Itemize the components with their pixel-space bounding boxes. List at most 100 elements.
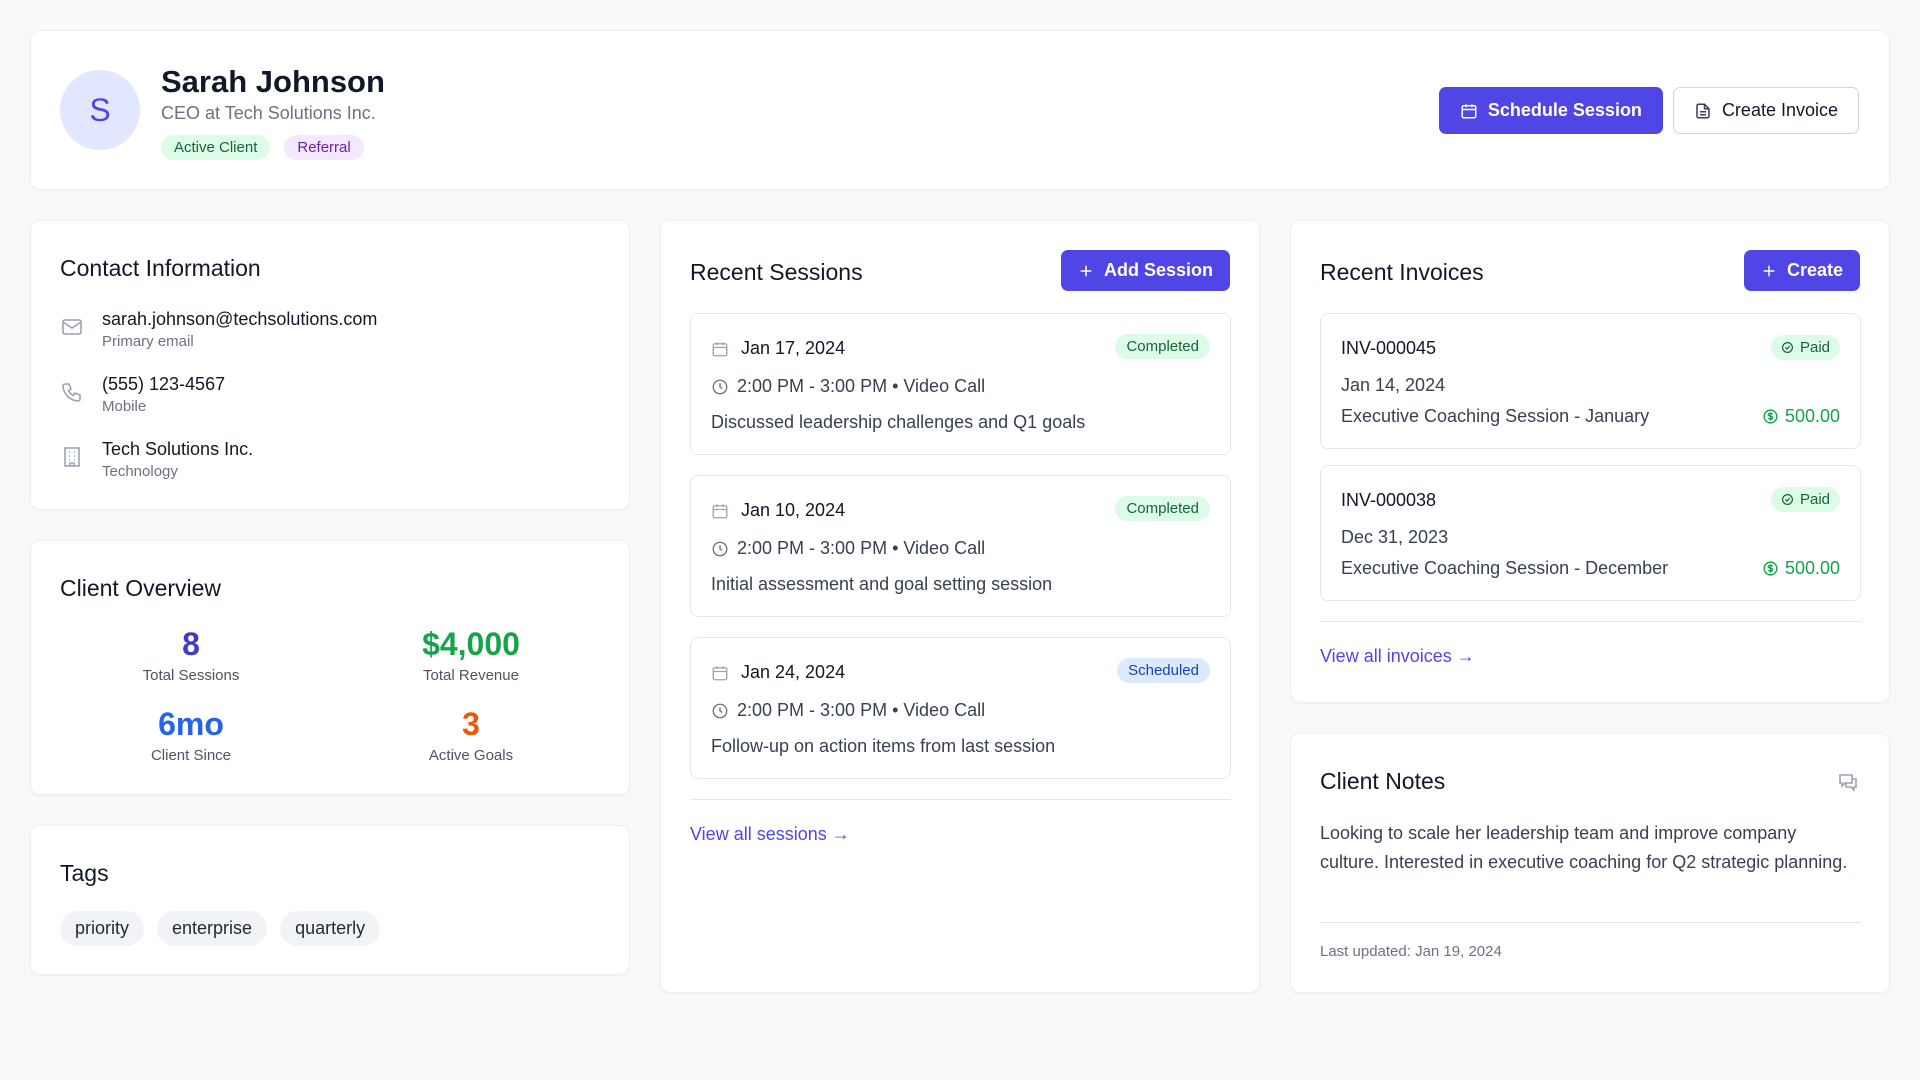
contact-card: Contact Information sarah.johnson@techso… [30,220,630,510]
view-all-invoices-link[interactable]: View all invoices → [1320,646,1475,667]
invoice-number: INV-000045 [1341,338,1437,358]
contact-title: Contact Information [60,255,261,281]
calendar-icon [712,665,728,680]
stat-value: 6mo [158,706,224,742]
contact-phone-row: (555) 123-4567 Mobile [60,374,225,415]
invoice-date: Jan 14, 2024 [1341,375,1446,395]
invoice-item[interactable]: INV-000038 Paid Dec 31, 2023 Executive C… [1320,465,1861,601]
invoice-amount: 500.00 [1762,406,1840,427]
contact-email[interactable]: sarah.johnson@techsolutions.com [102,309,377,330]
invoice-amount-value: 500.00 [1784,558,1840,578]
contact-email-label: Primary email [102,333,194,350]
avatar: S [60,70,140,150]
create-label: Create [1786,260,1843,280]
invoice-status: Paid [1799,339,1830,356]
contact-email-row: sarah.johnson@techsolutions.com Primary … [60,309,377,350]
comment-icon[interactable] [1836,770,1860,794]
session-item[interactable]: Jan 10, 2024 Completed 2:00 PM - 3:00 PM… [690,475,1231,617]
stat-client-since: 6mo Client Since [51,706,331,764]
plus-icon [1763,265,1775,276]
session-time: 2:00 PM - 3:00 PM • Video Call [737,700,986,720]
session-item[interactable]: Jan 17, 2024 Completed 2:00 PM - 3:00 PM… [690,313,1231,455]
tags-title: Tags [60,860,109,886]
calendar-icon [712,503,728,518]
contact-company: Tech Solutions Inc. [102,439,254,459]
divider [690,799,1231,800]
session-description: Discussed leadership challenges and Q1 g… [711,412,1086,432]
contact-phone-label: Mobile [102,398,147,415]
sessions-title: Recent Sessions [690,259,863,285]
stat-total-revenue: $4,000 Total Revenue [331,626,611,684]
dollar-icon [1763,409,1778,424]
document-icon [1696,103,1710,118]
calendar-icon [712,341,728,356]
divider [1320,621,1861,622]
stat-label: Client Since [150,747,232,764]
client-notes-card: Client Notes Looking to scale her leader… [1290,733,1890,993]
recent-invoices-card: Recent Invoices Create INV-000045 Paid J… [1290,220,1890,703]
view-all-sessions-link[interactable]: View all sessions → [690,824,850,845]
tag-chip[interactable]: enterprise [157,911,268,946]
invoice-date: Dec 31, 2023 [1341,527,1449,547]
add-session-button[interactable]: Add Session [1060,250,1230,291]
notes-title: Client Notes [1320,768,1446,794]
session-description: Follow-up on action items from last sess… [711,736,1056,756]
clock-icon [712,703,728,718]
tags-card: Tags priority enterprise quarterly [30,825,630,975]
dollar-icon [1763,561,1778,576]
invoice-item[interactable]: INV-000045 Paid Jan 14, 2024 Executive C… [1320,313,1861,449]
create-invoice-button[interactable]: Create Invoice [1672,87,1859,134]
invoice-description: Executive Coaching Session - December [1341,558,1669,578]
tag-chip[interactable]: quarterly [280,911,381,946]
invoice-status-badge: Paid [1770,335,1840,360]
mail-icon [62,319,82,335]
phone-icon [62,383,81,402]
stat-value: 3 [462,706,480,742]
building-icon [64,447,80,467]
invoice-number: INV-000038 [1341,490,1437,510]
notes-text: Looking to scale her leadership team and… [1320,823,1848,872]
create-invoice-label: Create Invoice [1721,100,1838,120]
check-circle-icon [1781,342,1793,353]
session-time: 2:00 PM - 3:00 PM • Video Call [737,538,986,558]
session-date: Jan 17, 2024 [741,338,846,358]
stat-label: Active Goals [428,747,514,764]
divider [1320,922,1860,923]
check-circle-icon [1781,494,1793,505]
stat-total-sessions: 8 Total Sessions [51,626,331,684]
client-overview-card: Client Overview 8 Total Sessions $4,000 … [30,540,630,795]
schedule-session-button[interactable]: Schedule Session [1438,87,1663,134]
source-badge-referral: Referral [284,135,364,160]
invoice-amount-value: 500.00 [1784,406,1840,426]
calendar-icon [1461,103,1477,118]
schedule-session-label: Schedule Session [1487,100,1642,120]
session-item[interactable]: Jan 24, 2024 Scheduled 2:00 PM - 3:00 PM… [690,637,1231,779]
client-name: Sarah Johnson [161,64,385,99]
session-status-badge: Scheduled [1117,658,1210,683]
contact-phone[interactable]: (555) 123-4567 [102,374,225,395]
stat-value: 8 [182,626,200,662]
clock-icon [712,379,728,394]
recent-sessions-card: Recent Sessions Add Session Jan 17, 2024… [660,220,1260,993]
plus-icon [1080,265,1092,276]
tag-chip[interactable]: priority [60,911,145,946]
session-status-badge: Completed [1115,496,1210,521]
add-session-label: Add Session [1103,260,1213,280]
invoice-amount: 500.00 [1762,558,1840,579]
session-date: Jan 24, 2024 [741,662,846,682]
stat-label: Total Sessions [142,667,240,684]
invoices-title: Recent Invoices [1320,259,1484,285]
client-header: S Sarah Johnson CEO at Tech Solutions In… [30,30,1890,190]
invoice-status-badge: Paid [1770,487,1840,512]
contact-company-row: Tech Solutions Inc. Technology [60,439,253,480]
stat-value: $4,000 [422,626,520,662]
session-time: 2:00 PM - 3:00 PM • Video Call [737,376,986,396]
create-invoice-small-button[interactable]: Create [1743,250,1860,291]
client-role: CEO at Tech Solutions Inc. [161,103,376,123]
notes-last-updated: Last updated: Jan 19, 2024 [1320,943,1502,960]
stat-label: Total Revenue [423,667,519,684]
clock-icon [712,541,728,556]
invoice-status: Paid [1799,491,1830,508]
overview-title: Client Overview [60,575,222,601]
session-date: Jan 10, 2024 [741,500,846,520]
